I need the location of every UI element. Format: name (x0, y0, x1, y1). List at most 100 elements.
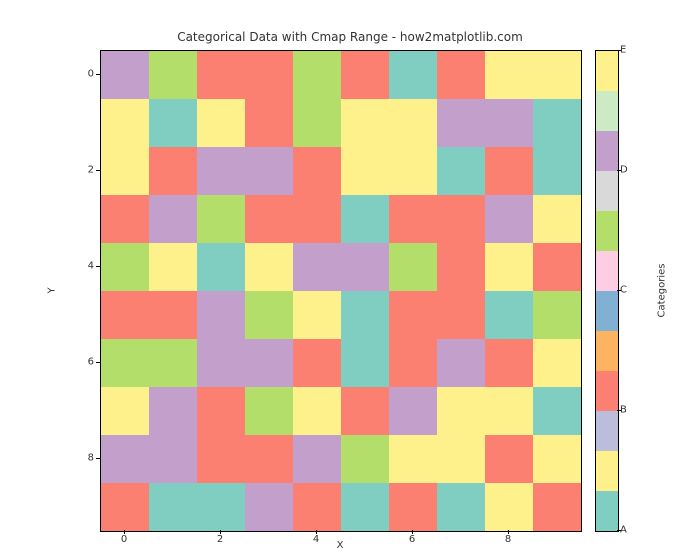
heatmap-cell (485, 483, 533, 531)
heatmap-cell (293, 195, 341, 243)
heatmap-cell (245, 291, 293, 339)
heatmap-cell (533, 387, 581, 435)
heatmap-cell (197, 147, 245, 195)
heatmap-cell (149, 99, 197, 147)
heatmap-cell (101, 483, 149, 531)
heatmap-cell (437, 99, 485, 147)
heatmap-cell (389, 387, 437, 435)
heatmap-cell (293, 483, 341, 531)
colorbar-segment (596, 291, 618, 331)
heatmap-cell (533, 339, 581, 387)
x-tick-label: 0 (121, 534, 127, 545)
figure: Categorical Data with Cmap Range - how2m… (0, 0, 700, 560)
heatmap-cell (341, 291, 389, 339)
heatmap-cell (533, 483, 581, 531)
colorbar-segment (596, 211, 618, 251)
heatmap-cell (245, 339, 293, 387)
heatmap-cell (293, 387, 341, 435)
heatmap-cell (485, 387, 533, 435)
heatmap-cell (533, 243, 581, 291)
heatmap-cell (245, 195, 293, 243)
colorbar-label: Categories (655, 50, 669, 530)
heatmap-cell (341, 339, 389, 387)
colorbar-segment (596, 371, 618, 411)
heatmap-cell (389, 99, 437, 147)
heatmap-cell (293, 291, 341, 339)
heatmap-cell (197, 339, 245, 387)
heatmap-cell (101, 291, 149, 339)
heatmap-cell (149, 435, 197, 483)
heatmap-cell (389, 243, 437, 291)
heatmap-cell (389, 435, 437, 483)
heatmap-cell (197, 483, 245, 531)
heatmap-cell (389, 483, 437, 531)
heatmap-cell (485, 435, 533, 483)
heatmap-cell (101, 195, 149, 243)
heatmap-cell (149, 195, 197, 243)
heatmap-cell (533, 195, 581, 243)
heatmap-cell (245, 51, 293, 99)
colorbar-tick-label: C (620, 285, 627, 296)
heatmap-cell (341, 435, 389, 483)
heatmap-cell (149, 51, 197, 99)
y-tick-label: 8 (80, 453, 94, 464)
heatmap-cell (485, 99, 533, 147)
y-tick-label: 2 (80, 165, 94, 176)
heatmap-cell (341, 243, 389, 291)
heatmap-cell (245, 435, 293, 483)
heatmap-cell (245, 99, 293, 147)
y-tick-label: 6 (80, 357, 94, 368)
colorbar-segment (596, 451, 618, 491)
heatmap-cell (197, 99, 245, 147)
heatmap-cell (101, 51, 149, 99)
heatmap-cell (341, 51, 389, 99)
heatmap-cell (293, 435, 341, 483)
heatmap-cell (197, 51, 245, 99)
heatmap-cell (437, 435, 485, 483)
heatmap-cell (485, 291, 533, 339)
heatmap-grid (100, 50, 582, 532)
heatmap-cell (245, 387, 293, 435)
y-tick-label: 4 (80, 261, 94, 272)
heatmap-cell (437, 147, 485, 195)
heatmap-cell (149, 483, 197, 531)
heatmap-cell (293, 147, 341, 195)
heatmap-cell (197, 243, 245, 291)
heatmap-cell (533, 99, 581, 147)
heatmap-cell (437, 243, 485, 291)
heatmap-cell (389, 147, 437, 195)
heatmap-cell (245, 243, 293, 291)
heatmap-cell (485, 147, 533, 195)
colorbar-tick-label: A (620, 525, 627, 536)
colorbar-segment (596, 411, 618, 451)
heatmap-cell (293, 51, 341, 99)
heatmap-cell (197, 435, 245, 483)
heatmap-cell (485, 195, 533, 243)
heatmap-cell (437, 387, 485, 435)
heatmap-cell (389, 339, 437, 387)
heatmap-cell (437, 51, 485, 99)
heatmap-cell (341, 147, 389, 195)
colorbar-tick-label: B (620, 405, 627, 416)
colorbar-tick-label: E (620, 45, 626, 56)
heatmap-cell (341, 99, 389, 147)
heatmap-cell (197, 195, 245, 243)
colorbar-tick-label: D (620, 165, 628, 176)
heatmap-cell (149, 291, 197, 339)
colorbar-segment (596, 251, 618, 291)
heatmap-cell (485, 51, 533, 99)
x-tick-label: 4 (313, 534, 319, 545)
heatmap-cell (533, 291, 581, 339)
heatmap-cell (485, 339, 533, 387)
heatmap-cell (533, 435, 581, 483)
colorbar-segment (596, 171, 618, 211)
colorbar-segment (596, 91, 618, 131)
y-axis-label: Y (45, 50, 59, 530)
y-tick-label: 0 (80, 69, 94, 80)
heatmap-cell (533, 147, 581, 195)
heatmap-cell (293, 243, 341, 291)
heatmap-cell (389, 195, 437, 243)
heatmap-cell (101, 435, 149, 483)
heatmap-cell (197, 291, 245, 339)
heatmap-cell (101, 387, 149, 435)
